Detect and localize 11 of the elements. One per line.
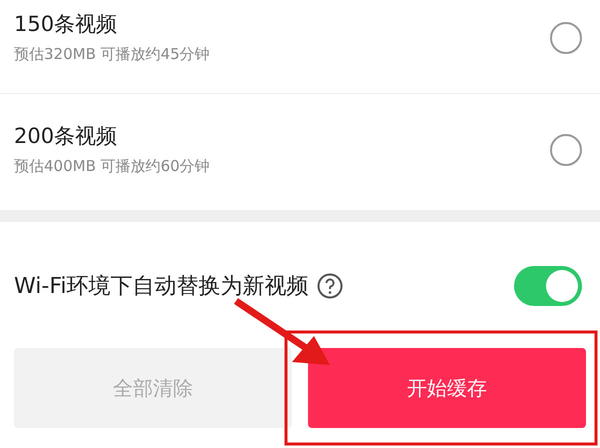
start-button[interactable]: 开始缓存 [308,348,586,428]
toggle-switch[interactable] [514,266,582,306]
option-detail: 预估320MB 可播放约45分钟 [14,46,211,62]
setting-label: Wi-Fi环境下自动替换为新视频 [14,272,308,300]
radio-button[interactable] [550,22,582,54]
radio-button[interactable] [550,134,582,166]
option-title: 200条视频 [14,126,118,147]
help-icon[interactable] [316,273,342,299]
option-title: 150条视频 [14,14,118,34]
clear-button[interactable]: 全部清除 [14,348,292,428]
option-detail: 预估400MB 可播放约60分钟 [14,159,211,174]
